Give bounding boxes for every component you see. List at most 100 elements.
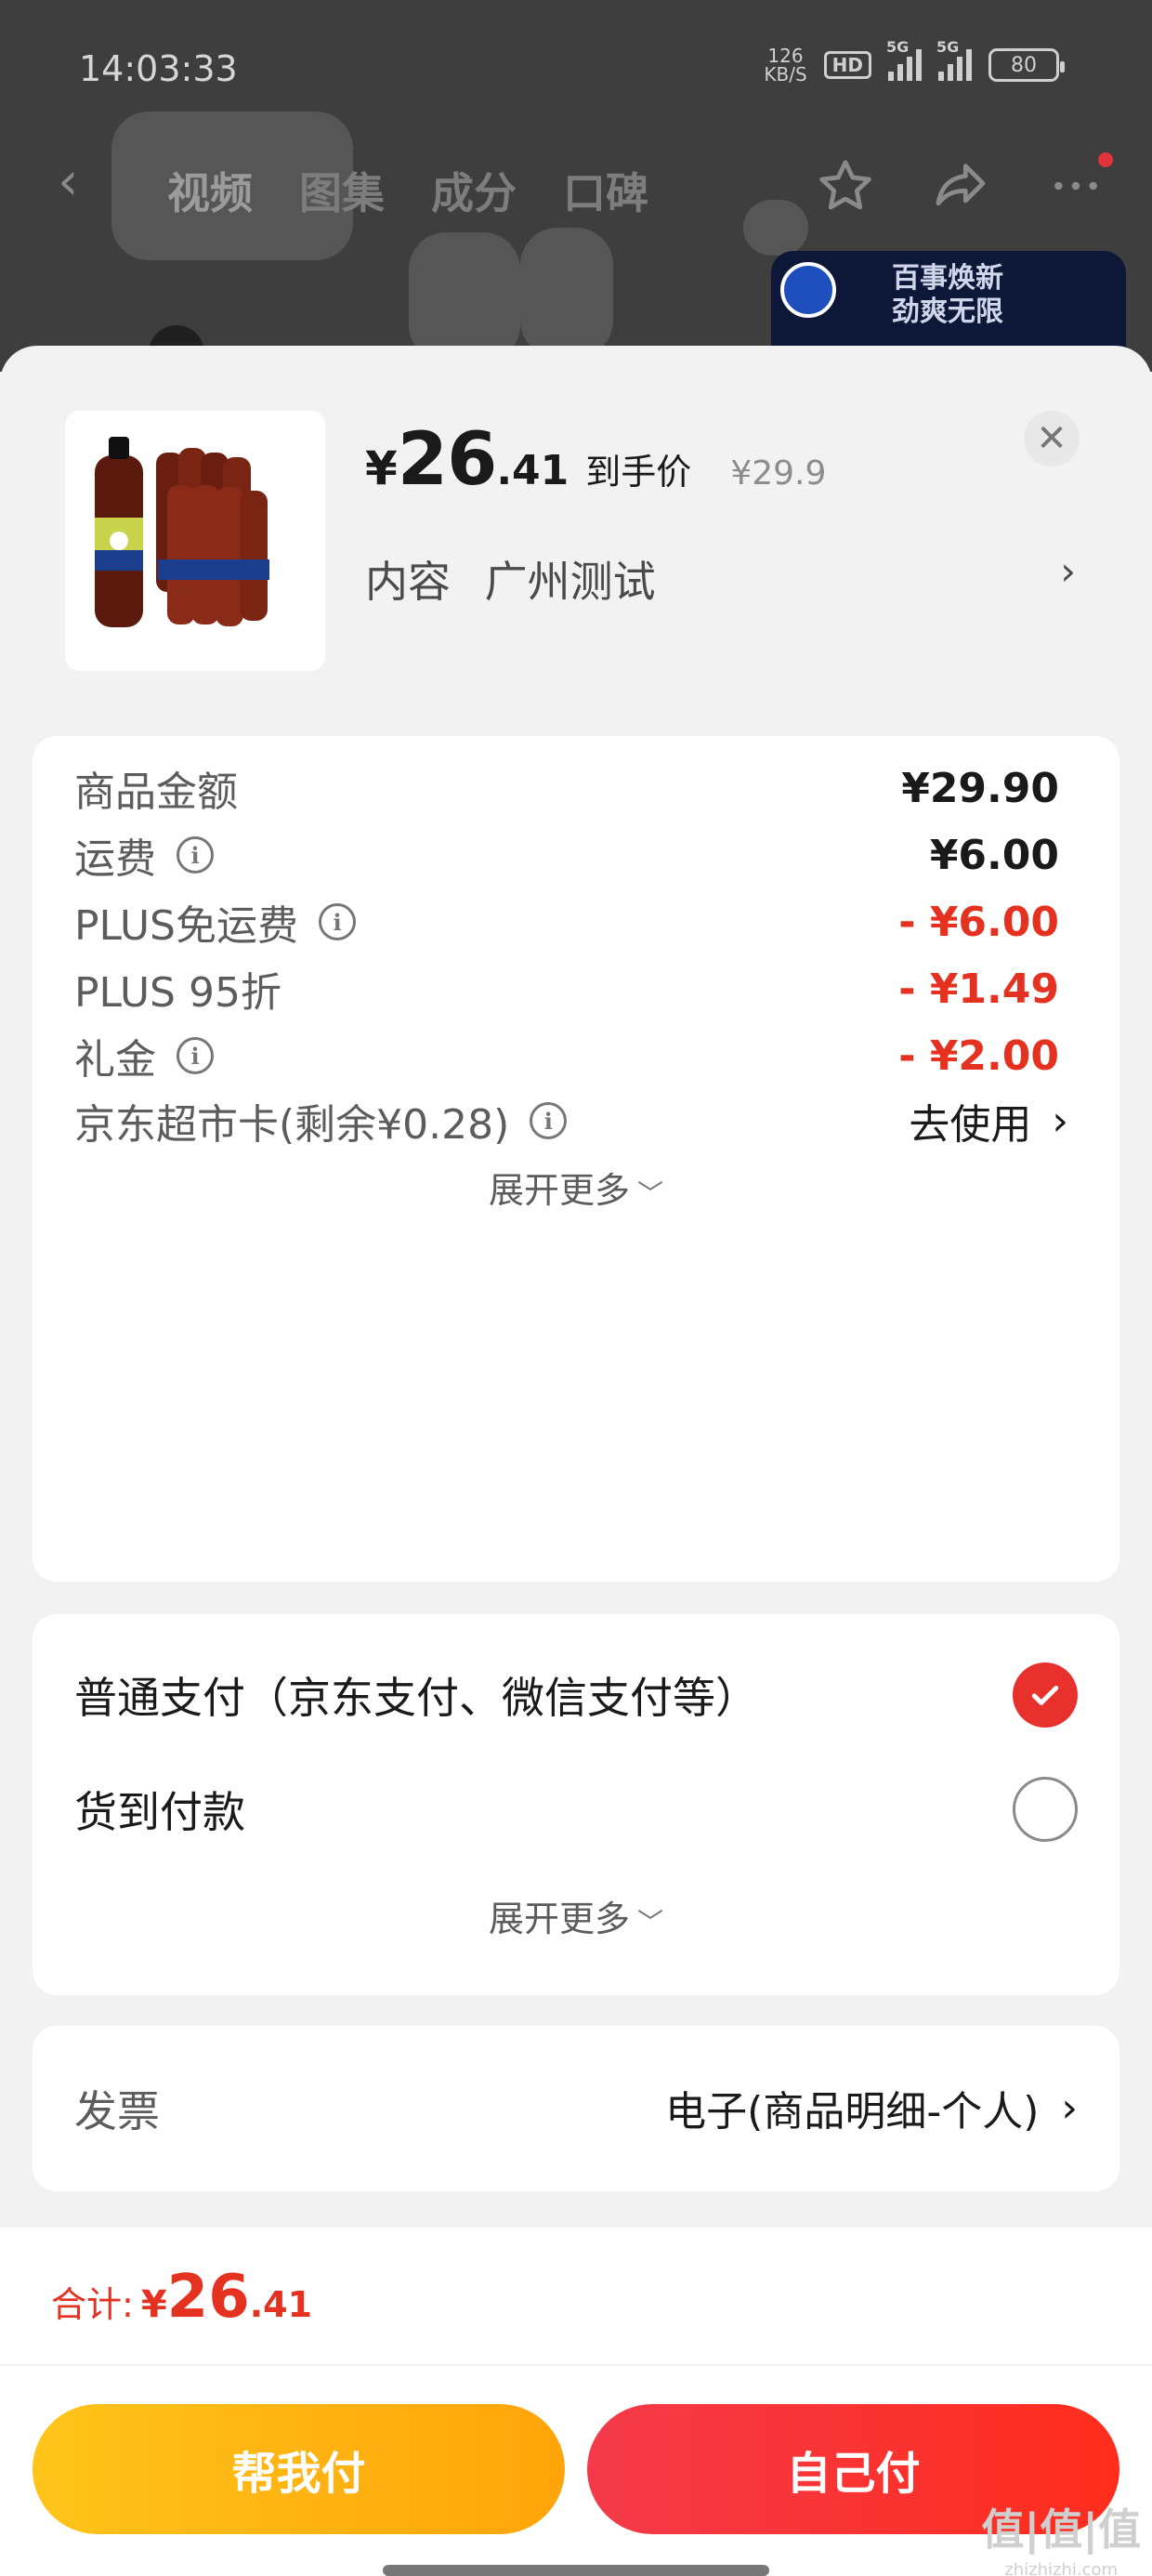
price-currency: ¥ [365,441,398,495]
payment-option-cod[interactable]: 货到付款 [74,1777,1078,1842]
status-indicators: 126 KB/S HD 5G 5G 80 [764,38,1065,84]
chevron-down-icon: ﹀ [637,1178,664,1209]
fee-row-supermarket-card[interactable]: 京东超市卡(剩余¥0.28) i 去使用 › [74,1093,1068,1150]
total-currency: ¥ [140,2283,167,2326]
fee-label: 运费 [74,835,156,883]
price-line: ¥ 26 .41 到手价 ¥29.9 [365,418,826,502]
network-speed-value: 126 [767,45,804,67]
radio-unchecked-icon[interactable] [1013,1777,1078,1842]
product-top-nav: ‹ 视频 图集 成分 口碑 [0,149,1152,223]
checkout-sheet: ¥ 26 .41 到手价 ¥29.9 ✕ 内容 广州测试 › 商品金额 ¥29.… [0,346,1152,2576]
close-button[interactable]: ✕ [1024,411,1080,467]
original-price: ¥29.9 [730,454,827,493]
price-integer: 26 [397,418,498,502]
star-icon[interactable] [816,156,875,216]
expand-more-label: 展开更多 [488,1170,630,1211]
fee-value: ¥29.90 [901,764,1059,812]
fee-row-goods-amount: 商品金额 ¥29.90 [74,760,1059,817]
battery-level: 80 [1011,53,1037,77]
radio-checked-icon[interactable] [1013,1663,1078,1728]
tab-reviews[interactable]: 口碑 [563,160,648,221]
home-indicator[interactable] [383,2565,769,2576]
fee-label: PLUS 95折 [74,969,281,1017]
notification-dot [1098,152,1113,167]
expand-more-fees[interactable]: 展开更多 ﹀ [33,1162,1119,1213]
share-icon[interactable] [931,156,990,216]
fee-value: ¥6.00 [929,831,1059,879]
fee-label: PLUS免运费 [74,902,298,950]
signal-icon: 5G [936,38,972,81]
fee-value: - ¥6.00 [898,898,1059,946]
tab-ingredients[interactable]: 成分 [431,160,517,221]
watermark-logo: 值|值|值 [981,2504,1141,2555]
chevron-right-icon: › [1061,2083,1078,2132]
payment-option-standard[interactable]: 普通支付（京东支付、微信支付等） [74,1663,1078,1728]
network-speed: 126 KB/S [764,46,806,84]
status-time: 14:03:33 [79,48,238,89]
price-decimal: .41 [496,447,569,494]
background-bottle-shape [520,228,613,358]
price-tag: 到手价 [585,452,692,493]
total-decimal: .41 [249,2284,313,2325]
tab-video[interactable]: 视频 [167,160,253,221]
footer-divider [0,2364,1152,2366]
invoice-card[interactable]: 发票 电子(商品明细-个人) › [33,2026,1119,2191]
promo-text: 百事焕新 劲爽无限 [892,262,1003,329]
invoice-value-wrap: 电子(商品明细-个人) › [665,2078,1078,2137]
fee-label: 礼金 [74,1036,156,1084]
background-bottle-shape [409,232,520,362]
payment-option-label: 普通支付（京东支付、微信支付等） [74,1673,758,1723]
help-pay-button[interactable]: 帮我付 [33,2404,565,2534]
fee-value: - ¥2.00 [898,1032,1059,1080]
fee-row-plus-free-shipping: PLUS免运费 i - ¥6.00 [74,894,1059,951]
promo-line-2: 劲爽无限 [892,296,1003,328]
hd-badge: HD [823,51,871,79]
signal-icon: 5G [886,38,922,81]
fee-label: 商品金额 [74,769,238,816]
back-icon[interactable]: ‹ [58,156,78,208]
pepsi-logo [780,262,836,318]
chevron-down-icon: ﹀ [637,1907,664,1938]
fee-row-plus-discount: PLUS 95折 - ¥1.49 [74,961,1059,1018]
total-label: 合计: [51,2284,134,2325]
pepsi-bottles-image [95,437,269,627]
signal-tag: 5G [886,38,910,56]
use-card-link[interactable]: 去使用 › [909,1091,1068,1150]
content-label: 内容 [365,557,451,607]
price-breakdown-card: 商品金额 ¥29.90 运费 i ¥6.00 PLUS免运费 i - ¥6.00… [33,736,1119,1582]
nav-actions [816,152,1113,216]
checkout-footer: 合计: ¥ 26 .41 帮我付 自己付 [0,2228,1152,2576]
expand-more-payment[interactable]: 展开更多 ﹀ [33,1890,1119,1941]
chevron-right-icon: › [1060,548,1076,594]
fee-row-gift-money: 礼金 i - ¥2.00 [74,1028,1059,1084]
info-icon[interactable]: i [530,1102,568,1139]
fee-value: - ¥1.49 [898,965,1059,1013]
invoice-value: 电子(商品明细-个人) [665,2088,1040,2136]
background-product-page: 14:03:33 126 KB/S HD 5G 5G 80 ‹ 视频 图集 成分… [0,0,1152,372]
more-icon[interactable] [1046,152,1113,216]
product-thumbnail [65,411,325,671]
watermark: 值|值|值 zhizhizhi.com [981,2504,1141,2576]
info-icon[interactable]: i [177,836,214,874]
content-selector[interactable]: 内容 广州测试 › [365,548,1090,610]
fee-row-shipping: 运费 i ¥6.00 [74,827,1059,884]
expand-more-label: 展开更多 [488,1899,630,1939]
order-total: 合计: ¥ 26 .41 [51,2263,312,2332]
info-icon[interactable]: i [319,903,356,940]
fee-label: 京东超市卡(剩余¥0.28) [74,1101,510,1149]
info-icon[interactable]: i [177,1037,214,1074]
watermark-url: zhizhizhi.com [1004,2560,1119,2576]
network-speed-unit: KB/S [764,63,807,85]
battery-icon: 80 [988,48,1065,82]
signal-tag: 5G [936,38,960,56]
content-value: 广州测试 [484,557,656,607]
payment-option-label: 货到付款 [74,1787,245,1837]
tab-gallery[interactable]: 图集 [299,160,385,221]
status-bar: 14:03:33 126 KB/S HD 5G 5G 80 [0,0,1152,139]
promo-line-1: 百事焕新 [892,262,1003,295]
chevron-right-icon: › [1052,1097,1068,1145]
close-icon: ✕ [1036,417,1067,460]
payment-method-card: 普通支付（京东支付、微信支付等） 货到付款 展开更多 ﹀ [33,1614,1119,1995]
use-card-label: 去使用 [909,1101,1032,1149]
invoice-label: 发票 [74,2086,160,2136]
